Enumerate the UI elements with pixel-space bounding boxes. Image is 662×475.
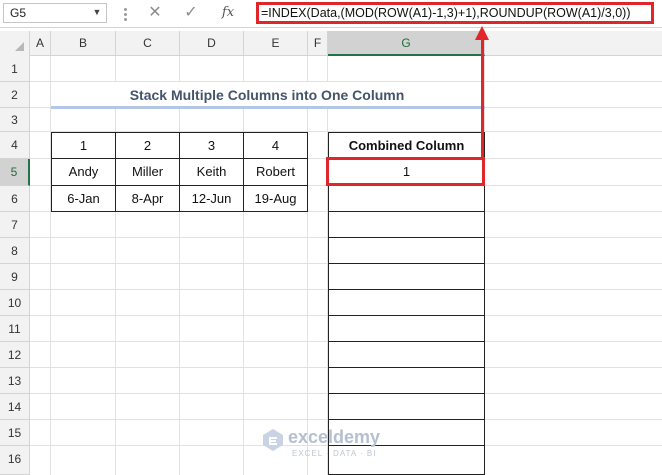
combined-cell[interactable] bbox=[328, 264, 485, 290]
row-header-5[interactable]: 5 bbox=[0, 159, 30, 186]
watermark-name: exceldemy bbox=[288, 427, 381, 447]
exceldemy-logo-icon bbox=[263, 429, 283, 451]
table-cell[interactable]: 8-Apr bbox=[115, 185, 180, 212]
table-cell[interactable]: 6-Jan bbox=[51, 185, 116, 212]
row-header-14[interactable]: 14 bbox=[0, 394, 30, 420]
table-cell[interactable]: Miller bbox=[115, 158, 180, 186]
row-header-12[interactable]: 12 bbox=[0, 342, 30, 368]
drag-handle-dot bbox=[124, 13, 127, 16]
column-header-f[interactable]: F bbox=[308, 31, 328, 56]
row-header-11[interactable]: 11 bbox=[0, 316, 30, 342]
row-header-2[interactable]: 2 bbox=[0, 82, 30, 108]
gridline bbox=[243, 56, 244, 475]
row-header-10[interactable]: 10 bbox=[0, 290, 30, 316]
row-header-6[interactable]: 6 bbox=[0, 186, 30, 212]
watermark-tagline: EXCEL · DATA · BI bbox=[292, 449, 377, 458]
insert-function-button[interactable]: fx bbox=[219, 3, 237, 23]
callout-arrow-line bbox=[481, 38, 484, 158]
row-header-15[interactable]: 15 bbox=[0, 420, 30, 446]
table-cell[interactable]: Andy bbox=[51, 158, 116, 186]
combined-cell[interactable] bbox=[328, 342, 485, 368]
title-underline bbox=[51, 106, 485, 109]
column-header-d[interactable]: D bbox=[180, 31, 244, 56]
enter-check-icon[interactable]: ✓ bbox=[182, 3, 200, 23]
combined-column-header[interactable]: Combined Column bbox=[328, 132, 485, 159]
table-cell[interactable]: 12-Jun bbox=[179, 185, 244, 212]
row-header-1[interactable]: 1 bbox=[0, 56, 30, 82]
combined-cell[interactable] bbox=[328, 368, 485, 394]
column-header-a[interactable]: A bbox=[30, 31, 51, 56]
drag-handle-dot bbox=[124, 18, 127, 21]
row-header-9[interactable]: 9 bbox=[0, 264, 30, 290]
row-header-16[interactable]: 16 bbox=[0, 446, 30, 475]
combined-cell[interactable] bbox=[328, 394, 485, 420]
combined-cell[interactable] bbox=[328, 316, 485, 342]
table-header-cell[interactable]: 3 bbox=[179, 132, 244, 159]
combined-cell[interactable] bbox=[328, 212, 485, 238]
table-header-cell[interactable]: 1 bbox=[51, 132, 116, 159]
table-cell[interactable]: Keith bbox=[179, 158, 244, 186]
row-header-8[interactable]: 8 bbox=[0, 238, 30, 264]
row-header-3[interactable]: 3 bbox=[0, 108, 30, 132]
table-header-cell[interactable]: 4 bbox=[243, 132, 308, 159]
row-header-13[interactable]: 13 bbox=[0, 368, 30, 394]
name-box-dropdown-icon[interactable]: ▼ bbox=[90, 5, 104, 19]
table-cell[interactable]: Robert bbox=[243, 158, 308, 186]
row-header-7[interactable]: 7 bbox=[0, 212, 30, 238]
table-header-cell[interactable]: 2 bbox=[115, 132, 180, 159]
sheet-title[interactable]: Stack Multiple Columns into One Column bbox=[51, 82, 483, 108]
column-header-e[interactable]: E bbox=[244, 31, 308, 56]
cancel-icon[interactable]: ✕ bbox=[147, 3, 163, 23]
callout-arrow-head-icon bbox=[475, 26, 489, 40]
select-all-triangle-icon bbox=[15, 42, 24, 51]
combined-cell[interactable] bbox=[328, 186, 485, 212]
drag-handle-icon[interactable] bbox=[124, 8, 127, 11]
row-header-4[interactable]: 4 bbox=[0, 132, 30, 159]
gridline bbox=[307, 56, 308, 475]
combined-cell[interactable] bbox=[328, 290, 485, 316]
gridline bbox=[115, 56, 116, 475]
gridline bbox=[50, 56, 51, 475]
combined-cell[interactable] bbox=[328, 238, 485, 264]
column-header-g[interactable]: G bbox=[328, 31, 485, 56]
table-cell[interactable]: 19-Aug bbox=[243, 185, 308, 212]
formula-input[interactable]: =INDEX(Data,(MOD(ROW(A1)-1,3)+1),ROUNDUP… bbox=[256, 2, 654, 24]
column-header-b[interactable]: B bbox=[51, 31, 116, 56]
active-cell-highlight bbox=[326, 157, 485, 186]
column-header-c[interactable]: C bbox=[116, 31, 180, 56]
gridline bbox=[179, 56, 180, 475]
